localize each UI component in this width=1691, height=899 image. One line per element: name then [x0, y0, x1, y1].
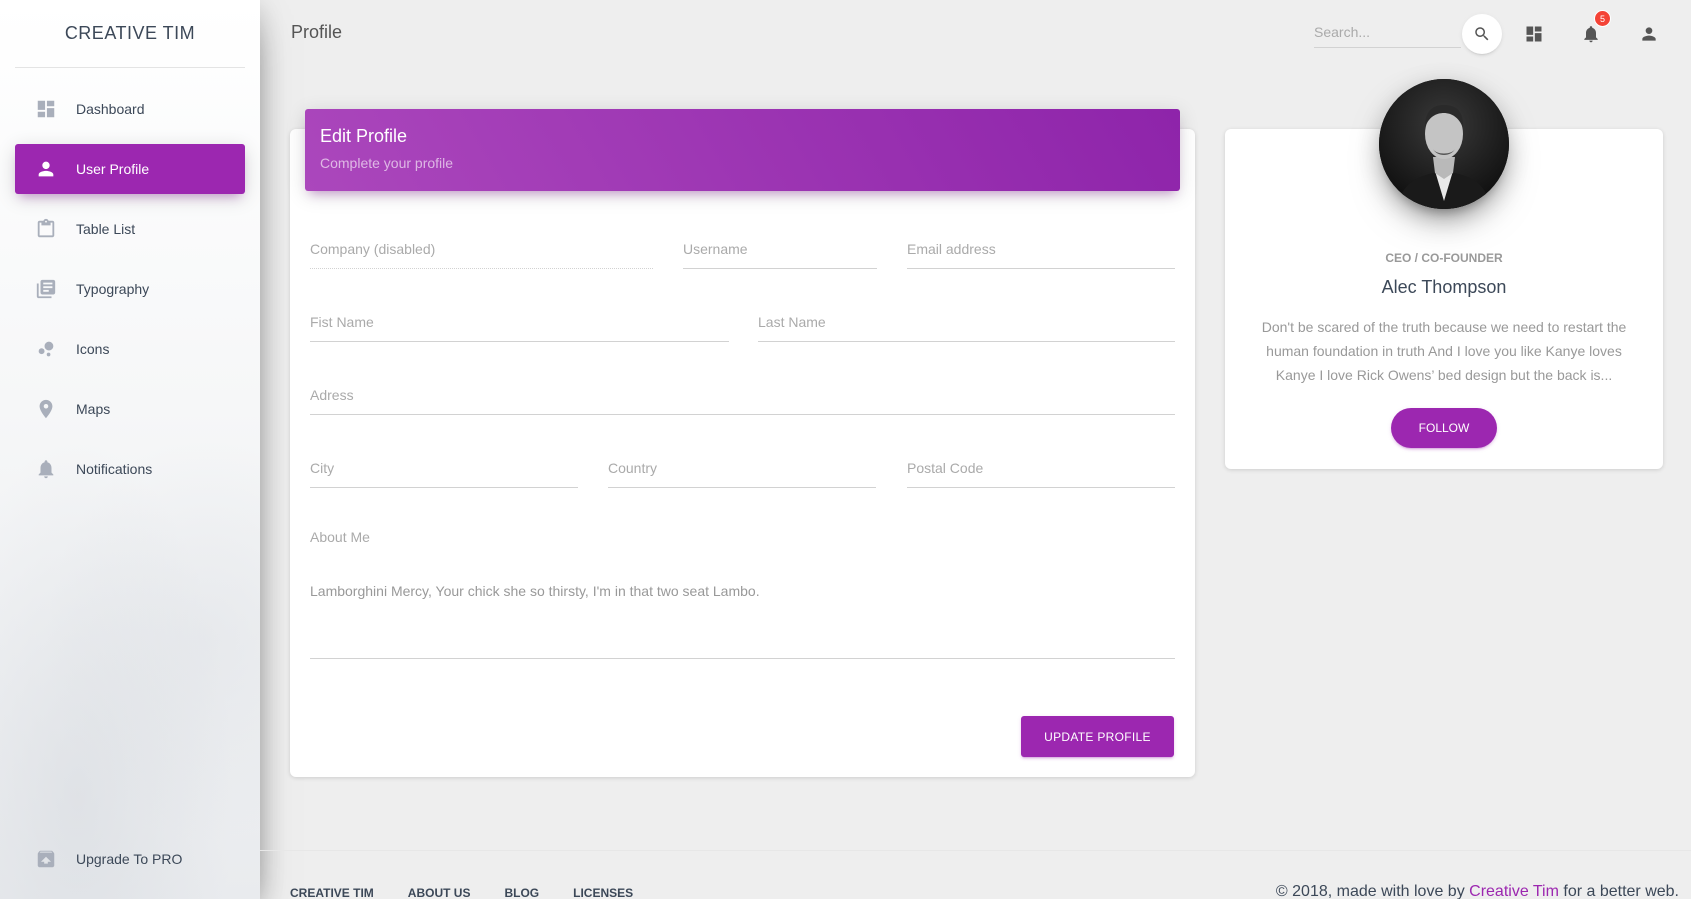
bell-icon — [1584, 26, 1598, 43]
sidebar-item-typography[interactable]: Typography — [15, 264, 245, 314]
sidebar-item-maps[interactable]: Maps — [15, 384, 245, 434]
page-title: Profile — [291, 22, 343, 42]
top-navbar: Profile 5 — [260, 0, 1691, 68]
edit-profile-header: Edit Profile Complete your profile — [305, 109, 1180, 191]
brand-logo-text[interactable]: CREATIVE TIM — [15, 0, 245, 68]
last-name-label: Last Name — [758, 314, 826, 330]
country-label: Country — [608, 460, 658, 476]
profile-description: Don't be scared of the truth because we … — [1261, 319, 1627, 383]
address-field[interactable]: Adress — [310, 379, 1175, 415]
copyright-text: © 2018, made with love by Creative Tim f… — [1276, 883, 1679, 899]
sidebar-item-label: Icons — [76, 341, 110, 357]
postal-code-label: Postal Code — [907, 460, 984, 476]
search-field — [1314, 18, 1461, 48]
location-pin-icon — [34, 397, 58, 421]
city-field[interactable]: City — [310, 452, 578, 488]
profile-name: Alec Thompson — [1381, 277, 1507, 297]
dashboard-icon — [1526, 26, 1542, 42]
footer: CREATIVE TIM ABOUT US BLOG LICENSES © 20… — [260, 850, 1691, 899]
sidebar-item-icons[interactable]: Icons — [15, 324, 245, 374]
sidebar-item-user-profile[interactable]: User Profile — [15, 144, 245, 194]
first-name-field[interactable]: Fist Name — [310, 306, 729, 342]
unarchive-icon — [34, 847, 58, 871]
sidebar-item-table-list[interactable]: Table List — [15, 204, 245, 254]
avatar[interactable] — [1379, 79, 1509, 209]
profile-card: CEO / CO-FOUNDER Alec Thompson Don't be … — [1225, 79, 1663, 469]
company-label: Company (disabled) — [310, 241, 436, 257]
sidebar-item-label: Typography — [76, 281, 150, 297]
sidebar-item-label: Table List — [76, 221, 136, 237]
sidebar-item-label: Dashboard — [76, 101, 145, 117]
sidebar-nav: Dashboard User Profile Table List Typogr… — [15, 84, 245, 504]
copyright-prefix: © 2018, made with love by — [1275, 883, 1470, 899]
library-books-icon — [34, 277, 58, 301]
footer-link-blog[interactable]: BLOG — [504, 886, 539, 899]
card-title: Edit Profile — [320, 126, 408, 146]
sidebar-item-label: User Profile — [76, 161, 150, 177]
postal-code-field[interactable]: Postal Code — [907, 452, 1175, 488]
last-name-field[interactable]: Last Name — [758, 306, 1175, 342]
address-label: Adress — [310, 387, 354, 403]
clipboard-icon — [34, 217, 58, 241]
sidebar-item-label: Maps — [76, 401, 111, 417]
sidebar: CREATIVE TIM Dashboard User Profile Tabl… — [0, 0, 260, 899]
notification-count-badge: 5 — [1594, 10, 1611, 27]
bell-icon — [34, 457, 58, 481]
follow-button[interactable]: FOLLOW — [1391, 408, 1497, 448]
account-button[interactable] — [1635, 20, 1663, 48]
company-field: Company (disabled) — [310, 233, 653, 269]
sidebar-item-label: Notifications — [76, 461, 153, 477]
person-icon — [34, 157, 58, 181]
about-me-label: About Me — [310, 529, 370, 545]
sidebar-item-upgrade-pro[interactable]: Upgrade To PRO — [15, 834, 245, 884]
card-subtitle: Complete your profile — [320, 155, 454, 171]
edit-profile-card: Edit Profile Complete your profile Compa… — [290, 109, 1195, 777]
username-label: Username — [683, 241, 748, 257]
notifications-button[interactable]: 5 — [1577, 10, 1611, 48]
footer-link-licenses[interactable]: LICENSES — [573, 886, 633, 899]
city-label: City — [310, 460, 335, 476]
about-me-textarea[interactable]: Lamborghini Mercy, Your chick she so thi… — [310, 559, 1175, 659]
sidebar-item-notifications[interactable]: Notifications — [15, 444, 245, 494]
footer-link-about-us[interactable]: ABOUT US — [408, 886, 471, 899]
username-field[interactable]: Username — [683, 233, 877, 269]
bubble-chart-icon — [34, 337, 58, 361]
dashboard-button[interactable] — [1520, 20, 1548, 48]
profile-role: CEO / CO-FOUNDER — [1385, 251, 1503, 265]
footer-link-creative-tim[interactable]: CREATIVE TIM — [290, 886, 374, 899]
search-input[interactable] — [1314, 18, 1461, 46]
sidebar-item-label: Upgrade To PRO — [76, 851, 183, 867]
update-profile-button[interactable]: UPDATE PROFILE — [1021, 716, 1174, 757]
footer-nav: CREATIVE TIM ABOUT US BLOG LICENSES — [290, 886, 667, 899]
email-field[interactable]: Email address — [907, 233, 1175, 269]
copyright-link[interactable]: Creative Tim — [1469, 883, 1559, 899]
person-icon — [1642, 27, 1656, 41]
search-button[interactable] — [1462, 14, 1502, 54]
country-field[interactable]: Country — [608, 452, 876, 488]
copyright-suffix: for a better web. — [1558, 883, 1679, 899]
search-icon — [1475, 27, 1489, 41]
first-name-label: Fist Name — [310, 314, 374, 330]
email-label: Email address — [907, 241, 996, 257]
dashboard-icon — [34, 97, 58, 121]
sidebar-item-dashboard[interactable]: Dashboard — [15, 84, 245, 134]
